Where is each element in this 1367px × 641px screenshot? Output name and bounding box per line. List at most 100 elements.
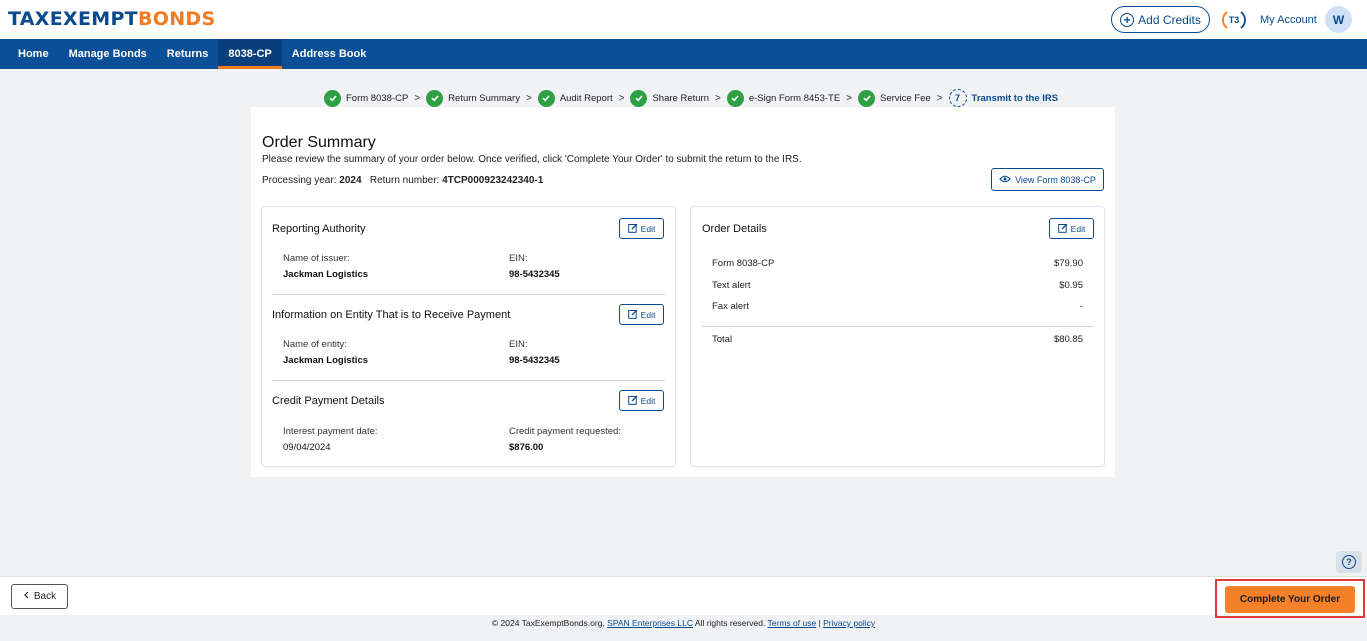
credit-payment-title: Credit Payment Details xyxy=(272,395,385,407)
line-item: Text alert $0.95 xyxy=(712,280,1083,291)
complete-order-highlight: Complete Your Order xyxy=(1215,579,1365,618)
chevron-right-icon: > xyxy=(525,92,532,104)
step-audit-report[interactable]: Audit Report xyxy=(537,89,613,107)
step-transmit-to-irs: 7 Transmit to the IRS xyxy=(948,89,1058,107)
entity-ein-label: EIN: xyxy=(509,339,528,350)
divider xyxy=(272,294,665,295)
divider xyxy=(702,326,1094,327)
t3-label: T3 xyxy=(1228,15,1240,25)
issuer-name-value: Jackman Logistics xyxy=(283,269,369,280)
order-details-panel: Order Details Edit Form 8038-CP $79.90 T… xyxy=(690,206,1105,467)
order-details-title: Order Details xyxy=(702,223,767,235)
issuer-ein-label: EIN: xyxy=(509,253,528,264)
step-label: Return Summary xyxy=(448,92,520,104)
step-return-summary[interactable]: Return Summary xyxy=(426,89,520,107)
edit-order-details-button[interactable]: Edit xyxy=(1049,218,1094,239)
entity-title: Information on Entity That is to Receive… xyxy=(272,309,511,321)
page-title: Order Summary xyxy=(262,134,376,151)
step-service-fee[interactable]: Service Fee xyxy=(858,89,931,107)
check-circle-icon xyxy=(858,89,876,107)
nav-item-8038-cp[interactable]: 8038-CP xyxy=(218,39,282,69)
chevron-right-icon: > xyxy=(714,92,721,104)
step-label: Form 8038-CP xyxy=(346,92,409,104)
interest-date-value: 09/04/2024 xyxy=(283,442,331,453)
step-form-8038-cp[interactable]: Form 8038-CP xyxy=(324,89,409,107)
footer: © 2024 TaxExemptBonds.org, SPAN Enterpri… xyxy=(0,618,1367,628)
entity-name-value: Jackman Logistics xyxy=(283,355,369,366)
chevron-right-icon: > xyxy=(618,92,625,104)
logo-text-part1: TAXEXEMPT xyxy=(8,8,138,30)
avatar[interactable]: W xyxy=(1325,6,1352,33)
view-form-button[interactable]: View Form 8038-CP xyxy=(991,168,1104,191)
edit-icon xyxy=(627,395,638,407)
privacy-policy-link[interactable]: Privacy policy xyxy=(823,618,875,628)
view-form-label: View Form 8038-CP xyxy=(1015,174,1096,185)
edit-reporting-authority-button[interactable]: Edit xyxy=(619,218,664,239)
add-credits-button[interactable]: + Add Credits xyxy=(1111,6,1210,33)
edit-label: Edit xyxy=(1070,223,1086,234)
total-label: Total xyxy=(712,334,733,345)
line-item: Form 8038-CP $79.90 xyxy=(712,258,1083,269)
back-label: Back xyxy=(33,591,57,602)
step-label: Service Fee xyxy=(880,92,931,104)
processing-year-value: 2024 xyxy=(339,175,362,186)
issuer-name-label: Name of issuer: xyxy=(283,253,350,264)
check-circle-icon xyxy=(537,89,555,107)
step-e-sign-form[interactable]: e-Sign Form 8453-TE xyxy=(726,89,840,107)
check-circle-icon xyxy=(426,89,444,107)
edit-label: Edit xyxy=(640,223,656,234)
credit-amount-value: $876.00 xyxy=(509,442,544,453)
entity-ein-value: 98-5432345 xyxy=(509,355,560,366)
credit-amount-label: Credit payment requested: xyxy=(509,426,621,437)
edit-label: Edit xyxy=(640,309,656,320)
line-item-value: - xyxy=(1079,301,1083,312)
t3-support-icon[interactable]: T3 xyxy=(1221,8,1247,32)
logo-text-part3: ONDS xyxy=(152,8,216,30)
edit-credit-payment-button[interactable]: Edit xyxy=(619,390,664,411)
processing-info: Processing year: 2024 Return number: 4TC… xyxy=(262,175,543,186)
step-share-return[interactable]: Share Return xyxy=(630,89,709,107)
complete-order-button[interactable]: Complete Your Order xyxy=(1225,586,1355,613)
bottom-action-bar: Back Complete Your Order xyxy=(0,576,1367,618)
nav-item-manage-bonds[interactable]: Manage Bonds xyxy=(59,39,157,69)
divider xyxy=(272,380,665,381)
my-account-link[interactable]: My Account xyxy=(1260,14,1317,26)
nav-item-returns[interactable]: Returns xyxy=(157,39,219,69)
nav-item-home[interactable]: Home xyxy=(8,39,59,69)
reporting-authority-title: Reporting Authority xyxy=(272,223,366,235)
step-label: Audit Report xyxy=(559,92,613,104)
check-circle-icon xyxy=(324,89,341,107)
question-mark-icon: ? xyxy=(1342,555,1356,569)
total-row: Total $80.85 xyxy=(712,334,1083,345)
order-description: Please review the summary of your order … xyxy=(262,154,802,165)
chevron-left-icon xyxy=(23,591,29,602)
step-number-badge: 7 xyxy=(948,89,967,107)
entity-name-label: Name of entity: xyxy=(283,339,347,350)
span-enterprises-link[interactable]: SPAN Enterprises LLC xyxy=(607,618,693,628)
nav-item-address-book[interactable]: Address Book xyxy=(282,39,377,69)
edit-icon xyxy=(1057,223,1068,235)
line-item-label: Text alert xyxy=(712,280,751,291)
progress-stepper: Form 8038-CP > Return Summary > Audit Re… xyxy=(324,89,1058,107)
chevron-right-icon: > xyxy=(846,92,853,104)
line-item: Fax alert - xyxy=(712,301,1083,312)
return-number-label: Return number: xyxy=(369,175,440,186)
logo-text-part2: B xyxy=(137,8,153,30)
check-circle-icon xyxy=(630,89,648,107)
total-value: $80.85 xyxy=(1053,334,1083,345)
return-details-panel: Reporting Authority Edit Name of issuer:… xyxy=(261,206,676,467)
edit-entity-button[interactable]: Edit xyxy=(619,304,664,325)
edit-icon xyxy=(627,309,638,321)
help-button[interactable]: ? xyxy=(1336,551,1362,573)
footer-divider: | xyxy=(818,618,821,628)
edit-label: Edit xyxy=(640,395,656,406)
line-item-value: $0.95 xyxy=(1059,280,1083,291)
line-item-value: $79.90 xyxy=(1053,258,1083,269)
copyright-text: © 2024 TaxExemptBonds.org, xyxy=(491,618,605,628)
chevron-right-icon: > xyxy=(936,92,943,104)
edit-icon xyxy=(627,223,638,235)
processing-year-label: Processing year: xyxy=(262,175,337,186)
logo[interactable]: TAXEXEMPTBONDS xyxy=(8,8,215,30)
back-button[interactable]: Back xyxy=(11,584,68,609)
terms-of-use-link[interactable]: Terms of use xyxy=(768,618,817,628)
